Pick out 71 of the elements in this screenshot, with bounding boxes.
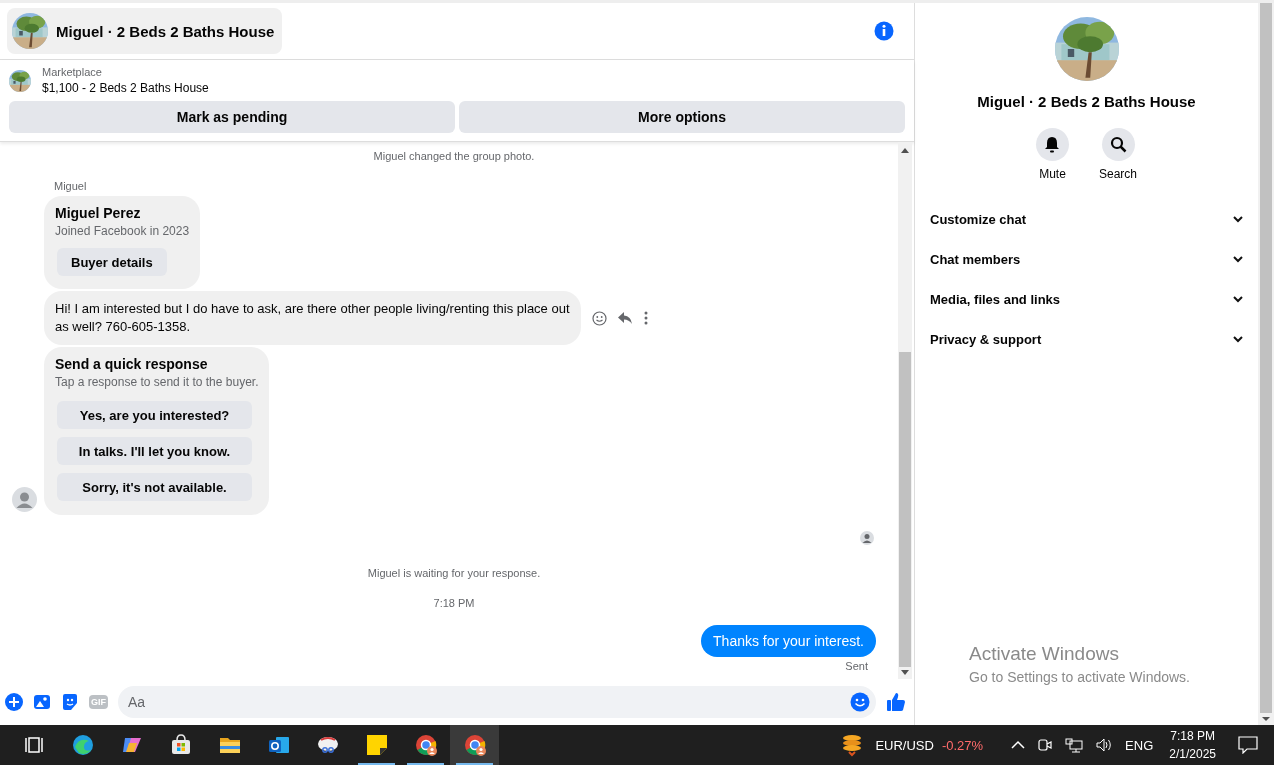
avatar-icon	[12, 487, 37, 512]
sticky-note-icon	[366, 735, 387, 755]
message-input[interactable]: Aa	[118, 686, 876, 718]
quick-reply-button[interactable]: Sorry, it's not available.	[57, 473, 252, 501]
shopping-bag-icon	[171, 734, 190, 754]
chat-title: Miguel · 2 Beds 2 Baths House	[56, 22, 275, 40]
plus-icon[interactable]	[5, 693, 23, 711]
system-notice: Miguel is waiting for your response.	[367, 567, 541, 579]
currency-pair[interactable]: EUR/USD	[875, 737, 934, 753]
conversation-name: Miguel · 2 Beds 2 Baths House	[977, 93, 1196, 110]
coins-icon[interactable]	[841, 733, 864, 757]
chevron-down-icon	[1232, 333, 1244, 345]
chevron-down-icon	[1232, 253, 1244, 265]
image-icon[interactable]	[33, 693, 51, 711]
sticker-icon[interactable]	[61, 693, 79, 711]
settings-section[interactable]: Chat members	[930, 239, 1244, 279]
scissors-icon	[317, 737, 338, 753]
price-change: -0.27%	[941, 737, 984, 753]
message-bubble: Hi! I am interested but I do have to ask, are there other people living/renting this place out as well? 760-605-1358.	[44, 291, 581, 345]
input-language[interactable]: ENG	[1125, 737, 1154, 753]
quick-reply-button[interactable]: Yes, are you interested?	[57, 401, 252, 429]
chevron-down-icon	[1232, 293, 1244, 305]
settings-section[interactable]: Privacy & support	[930, 319, 1244, 359]
camera-icon[interactable]	[1037, 737, 1054, 753]
listing-action-button[interactable]: Mark as pending	[9, 101, 455, 133]
more-icon[interactable]	[643, 311, 649, 325]
smiley-icon[interactable]	[592, 310, 607, 326]
chevron-down-icon	[1232, 213, 1244, 225]
system-notice: Miguel changed the group photo.	[373, 150, 535, 162]
search-icon	[1109, 136, 1127, 153]
settings-section[interactable]: Media, files and links	[930, 279, 1244, 319]
read-receipt-icon	[860, 531, 874, 545]
browser-icon	[415, 735, 437, 756]
card-hint: Tap a response to send it to the buyer.	[55, 375, 259, 389]
browser-icon	[464, 735, 486, 756]
join-date: Joined Facebook in 2023	[55, 224, 190, 238]
notifications-icon[interactable]	[1238, 736, 1258, 754]
mail-app-icon	[268, 737, 289, 753]
ribbon-icon	[122, 738, 141, 752]
emoji-icon[interactable]	[850, 692, 870, 712]
bell-icon	[1044, 136, 1061, 153]
delivery-status: Sent	[845, 660, 869, 672]
listing-title[interactable]: $1,100 - 2 Beds 2 Baths House	[42, 81, 209, 95]
network-icon[interactable]	[1065, 737, 1084, 753]
conversation-title[interactable]: Miguel · 2 Beds 2 Baths House	[7, 8, 283, 54]
scroll-down-arrow-icon[interactable]	[901, 670, 909, 676]
listing-action-button[interactable]: More options	[459, 101, 905, 133]
thumbs-up-icon[interactable]	[886, 692, 906, 712]
quick-reply-button[interactable]: In talks. I'll let you know.	[57, 437, 252, 465]
speaker-icon[interactable]	[1095, 737, 1114, 753]
activation-title: Activate Windows	[969, 643, 1120, 665]
info-icon[interactable]	[874, 21, 894, 41]
activation-notice: Go to Settings to activate Windows.	[969, 669, 1190, 685]
scroll-up-arrow-icon[interactable]	[901, 147, 909, 153]
sent-message: Thanks for your interest.	[701, 625, 876, 657]
card-title: Send a quick response	[55, 356, 209, 372]
sender-name: Miguel	[54, 180, 87, 192]
timestamp: 7:18 PM	[433, 597, 475, 609]
clock[interactable]: 7:18 PM 2/1/2025	[1169, 727, 1216, 763]
page-scrollbar[interactable]	[1258, 3, 1274, 725]
buyer-details-button[interactable]: Buyer details	[57, 248, 167, 276]
listing-source: Marketplace	[42, 66, 103, 78]
settings-section[interactable]: Customize chat	[930, 199, 1244, 239]
folder-icon	[219, 738, 240, 753]
caret-icon[interactable]	[1011, 740, 1026, 750]
buyer-name: Miguel Perez	[55, 205, 142, 221]
task-view-icon	[24, 737, 43, 753]
swirl-icon	[72, 735, 93, 755]
reply-icon[interactable]	[617, 311, 633, 325]
taskbar-app[interactable]	[450, 725, 499, 765]
scrollbar[interactable]	[898, 142, 912, 679]
